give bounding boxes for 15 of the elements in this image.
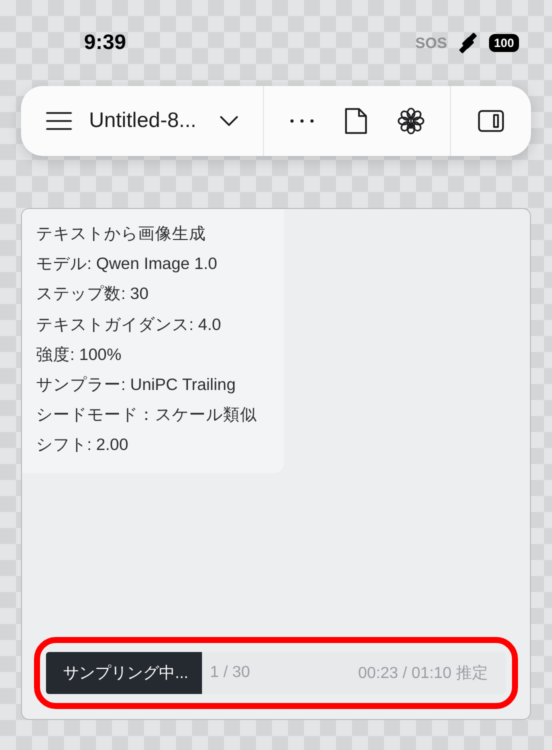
sos-indicator: SOS — [415, 34, 447, 52]
settings-line: モデル: Qwen Image 1.0 — [36, 254, 218, 276]
settings-line: ステップ数: 30 — [36, 284, 150, 306]
step-count: 1 / 30 — [210, 664, 250, 682]
settings-line: シフト: 2.00 — [36, 435, 130, 456]
settings-line: 強度: 100% — [36, 344, 122, 366]
progress-label: サンプリング中... — [62, 664, 190, 684]
settings-line: サンプラー: UniPC Trailing — [36, 375, 237, 396]
elapsed-time: 00:23 / 01:10 推定 — [358, 664, 488, 684]
settings-line: シードモード：スケール類似 — [36, 405, 258, 426]
settings-line: テキストから画像生成 — [36, 224, 207, 245]
clock-time: 9:39 — [82, 31, 128, 55]
battery-indicator: 100 — [488, 34, 519, 52]
settings-line: テキストガイダンス: 4.0 — [36, 314, 222, 336]
document-title[interactable]: Untitled-8... — [89, 109, 196, 133]
